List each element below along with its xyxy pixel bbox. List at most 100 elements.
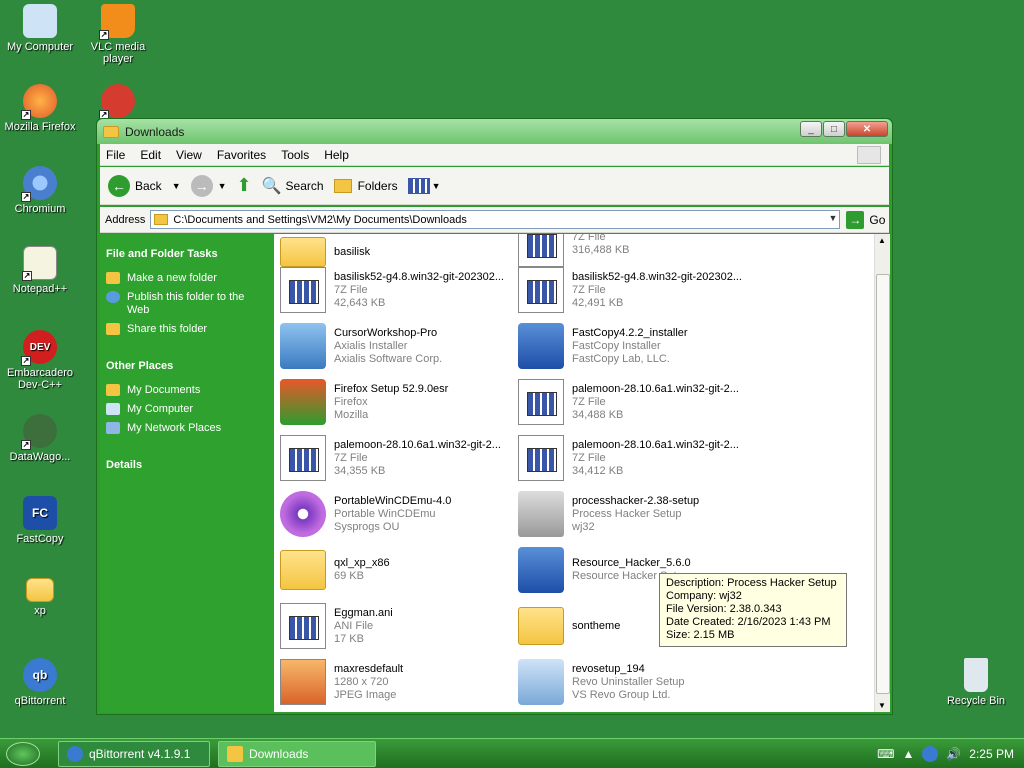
minimize-button[interactable]: _ (800, 121, 822, 137)
menu-favorites[interactable]: Favorites (217, 148, 266, 162)
desktop-icon-datawagon[interactable]: ↗ DataWago... (0, 414, 80, 463)
file-item[interactable]: FastCopy4.2.2_installer FastCopy Installe… (518, 320, 748, 372)
file-type: Process Hacker Setup (572, 507, 682, 520)
menu-file[interactable]: File (106, 148, 125, 162)
search-button[interactable]: 🔍 Search (262, 176, 324, 196)
task-label: Make a new folder (127, 272, 217, 284)
taskbar-button-qbittorrent[interactable]: qBittorrent v4.1.9.1 (58, 741, 210, 767)
folder-icon (154, 214, 169, 225)
desktop-icon-qbittorrent[interactable]: qb qBittorrent (0, 658, 80, 707)
desktop-icon-vlc[interactable]: ↗ VLC media player (78, 4, 158, 65)
desktop-icon-label: DataWago... (9, 451, 71, 463)
search-label: Search (285, 178, 324, 193)
file-item[interactable]: CursorWorkshop-Pro Axialis Installer Axial… (280, 320, 510, 372)
desktop-icon-label: Embarcadero Dev-C++ (6, 367, 74, 391)
desktop-icon-recycle-bin[interactable]: Recycle Bin (936, 658, 1016, 707)
scroll-up-icon[interactable]: ▲ (878, 236, 886, 245)
desktop-icon-xp[interactable]: xp (0, 578, 80, 617)
file-size: 34,412 KB (572, 464, 624, 477)
task-share-folder[interactable]: Share this folder (106, 323, 268, 336)
task-pane: File and Folder Tasks Make a new folder … (100, 234, 274, 712)
desktop-icon-label: My Computer (6, 41, 74, 53)
start-button[interactable] (6, 742, 40, 766)
address-value: C:\Documents and Settings\VM2\My Documen… (173, 213, 467, 226)
file-size: 17 KB (334, 632, 364, 645)
forward-button[interactable]: → ▼ (190, 174, 227, 197)
file-item[interactable]: Eggman.ani ANI File 17 KB (280, 600, 510, 652)
menu-view[interactable]: View (176, 148, 202, 162)
close-button[interactable]: ✕ (846, 121, 888, 137)
desktop-icon-firefox[interactable]: ↗ Mozilla Firefox (0, 84, 80, 133)
clock[interactable]: 2:25 PM (969, 747, 1014, 761)
desktop-icon-chromium[interactable]: ↗ Chromium (0, 166, 80, 215)
file-item[interactable]: palemoon-28.10.6a1.win32-git-2... 7Z File… (518, 376, 748, 428)
file-item[interactable]: Firefox Setup 52.9.0esr Firefox Mozilla (280, 376, 510, 428)
back-label: Back (135, 178, 162, 193)
volume-icon[interactable]: 🔊 (946, 747, 961, 761)
file-item[interactable]: PortableWinCDEmu-4.0 Portable WinCDEmu Sys… (280, 488, 510, 540)
taskbar-button-label: qBittorrent v4.1.9.1 (89, 747, 191, 761)
installer-icon (518, 547, 564, 593)
file-icon (280, 603, 326, 649)
file-name: processhacker-2.38-setup (572, 494, 700, 507)
file-item[interactable]: qxl_xp_x86 69 KB (280, 544, 510, 596)
section-title[interactable]: File and Folder Tasks (106, 248, 268, 260)
file-item[interactable]: palemoon-28.10.6a1.win32-git-2... 7Z File… (280, 432, 510, 484)
file-item[interactable]: revosetup_194 Revo Uninstaller Setup VS Re… (518, 656, 748, 708)
menu-tools[interactable]: Tools (281, 148, 309, 162)
taskbar-button-downloads[interactable]: Downloads (218, 741, 376, 767)
file-item[interactable]: processhacker-2.38-setup Process Hacker S… (518, 488, 748, 540)
place-my-computer[interactable]: My Computer (106, 403, 268, 416)
desktop-icon-unknown[interactable]: ↗ (78, 84, 158, 121)
file-item[interactable]: palemoon-28.10.6a1.win32-git-2... 7Z File… (518, 432, 748, 484)
file-type: 7Z File (334, 283, 368, 296)
go-arrow-icon: → (846, 210, 865, 229)
maximize-button[interactable]: □ (823, 121, 845, 137)
file-type: ANI File (334, 619, 374, 632)
file-item[interactable]: basilisk52-g4.8.win32-git-202302... 7Z Fi… (280, 264, 510, 316)
place-my-network[interactable]: My Network Places (106, 422, 268, 435)
keyboard-icon[interactable]: ⌨ (877, 747, 894, 761)
chevron-down-icon[interactable]: ▼ (218, 181, 227, 191)
qbittorrent-tray-icon[interactable] (922, 746, 939, 762)
desktop-icon-fastcopy[interactable]: FC FastCopy (0, 496, 80, 545)
scroll-down-icon[interactable]: ▼ (878, 701, 886, 710)
file-item[interactable]: maxresdefault 1280 x 720 JPEG Image (280, 656, 510, 708)
desktop-icon-label: Mozilla Firefox (4, 121, 76, 133)
new-folder-icon (106, 272, 120, 284)
taskbar: qBittorrent v4.1.9.1 Downloads ⌨ ▲ 🔊 2:2… (0, 738, 1024, 768)
tray-expand-icon[interactable]: ▲ (902, 747, 914, 761)
desktop-icon-label: qBittorrent (14, 695, 66, 707)
menu-help[interactable]: Help (324, 148, 349, 162)
menu-edit[interactable]: Edit (140, 148, 161, 162)
back-button[interactable]: ← Back ▼ (108, 174, 181, 197)
folders-label: Folders (357, 178, 398, 193)
disc-icon (280, 491, 326, 537)
title-bar[interactable]: Downloads _ □ ✕ (97, 119, 892, 144)
place-my-documents[interactable]: My Documents (106, 384, 268, 397)
file-icon (518, 379, 564, 425)
chevron-down-icon[interactable]: ▼ (172, 181, 181, 191)
file-name: palemoon-28.10.6a1.win32-git-2... (572, 438, 739, 451)
task-make-new-folder[interactable]: Make a new folder (106, 272, 268, 285)
cursorworkshop-icon (280, 323, 326, 369)
go-button[interactable]: → Go (846, 210, 885, 229)
folders-button[interactable]: Folders (333, 178, 398, 193)
up-button[interactable]: ⬆ (237, 175, 252, 196)
desktop-icon-notepadpp[interactable]: ↗ Notepad++ (0, 246, 80, 295)
address-input[interactable]: C:\Documents and Settings\VM2\My Documen… (150, 210, 841, 229)
file-item[interactable]: basilisk52-g4.8.win32-git-202302... 7Z Fi… (518, 264, 748, 316)
vertical-scrollbar[interactable]: ▲ ▼ (874, 234, 890, 712)
desktop-icon-devcpp[interactable]: DEV ↗ Embarcadero Dev-C++ (0, 330, 80, 391)
scrollbar-thumb[interactable] (876, 274, 890, 694)
file-type: 7Z File (572, 395, 606, 408)
views-button[interactable]: ▼ (407, 177, 441, 194)
desktop-icon-label: FastCopy (16, 533, 64, 545)
system-tray: ⌨ ▲ 🔊 2:25 PM (869, 739, 1024, 768)
desktop-icon-my-computer[interactable]: My Computer (0, 4, 80, 53)
chevron-down-icon[interactable]: ▼ (828, 213, 837, 223)
task-publish-web[interactable]: Publish this folder to the Web (106, 291, 268, 317)
section-title[interactable]: Other Places (106, 360, 268, 372)
section-title[interactable]: Details (106, 459, 268, 471)
file-size: wj32 (572, 520, 595, 533)
